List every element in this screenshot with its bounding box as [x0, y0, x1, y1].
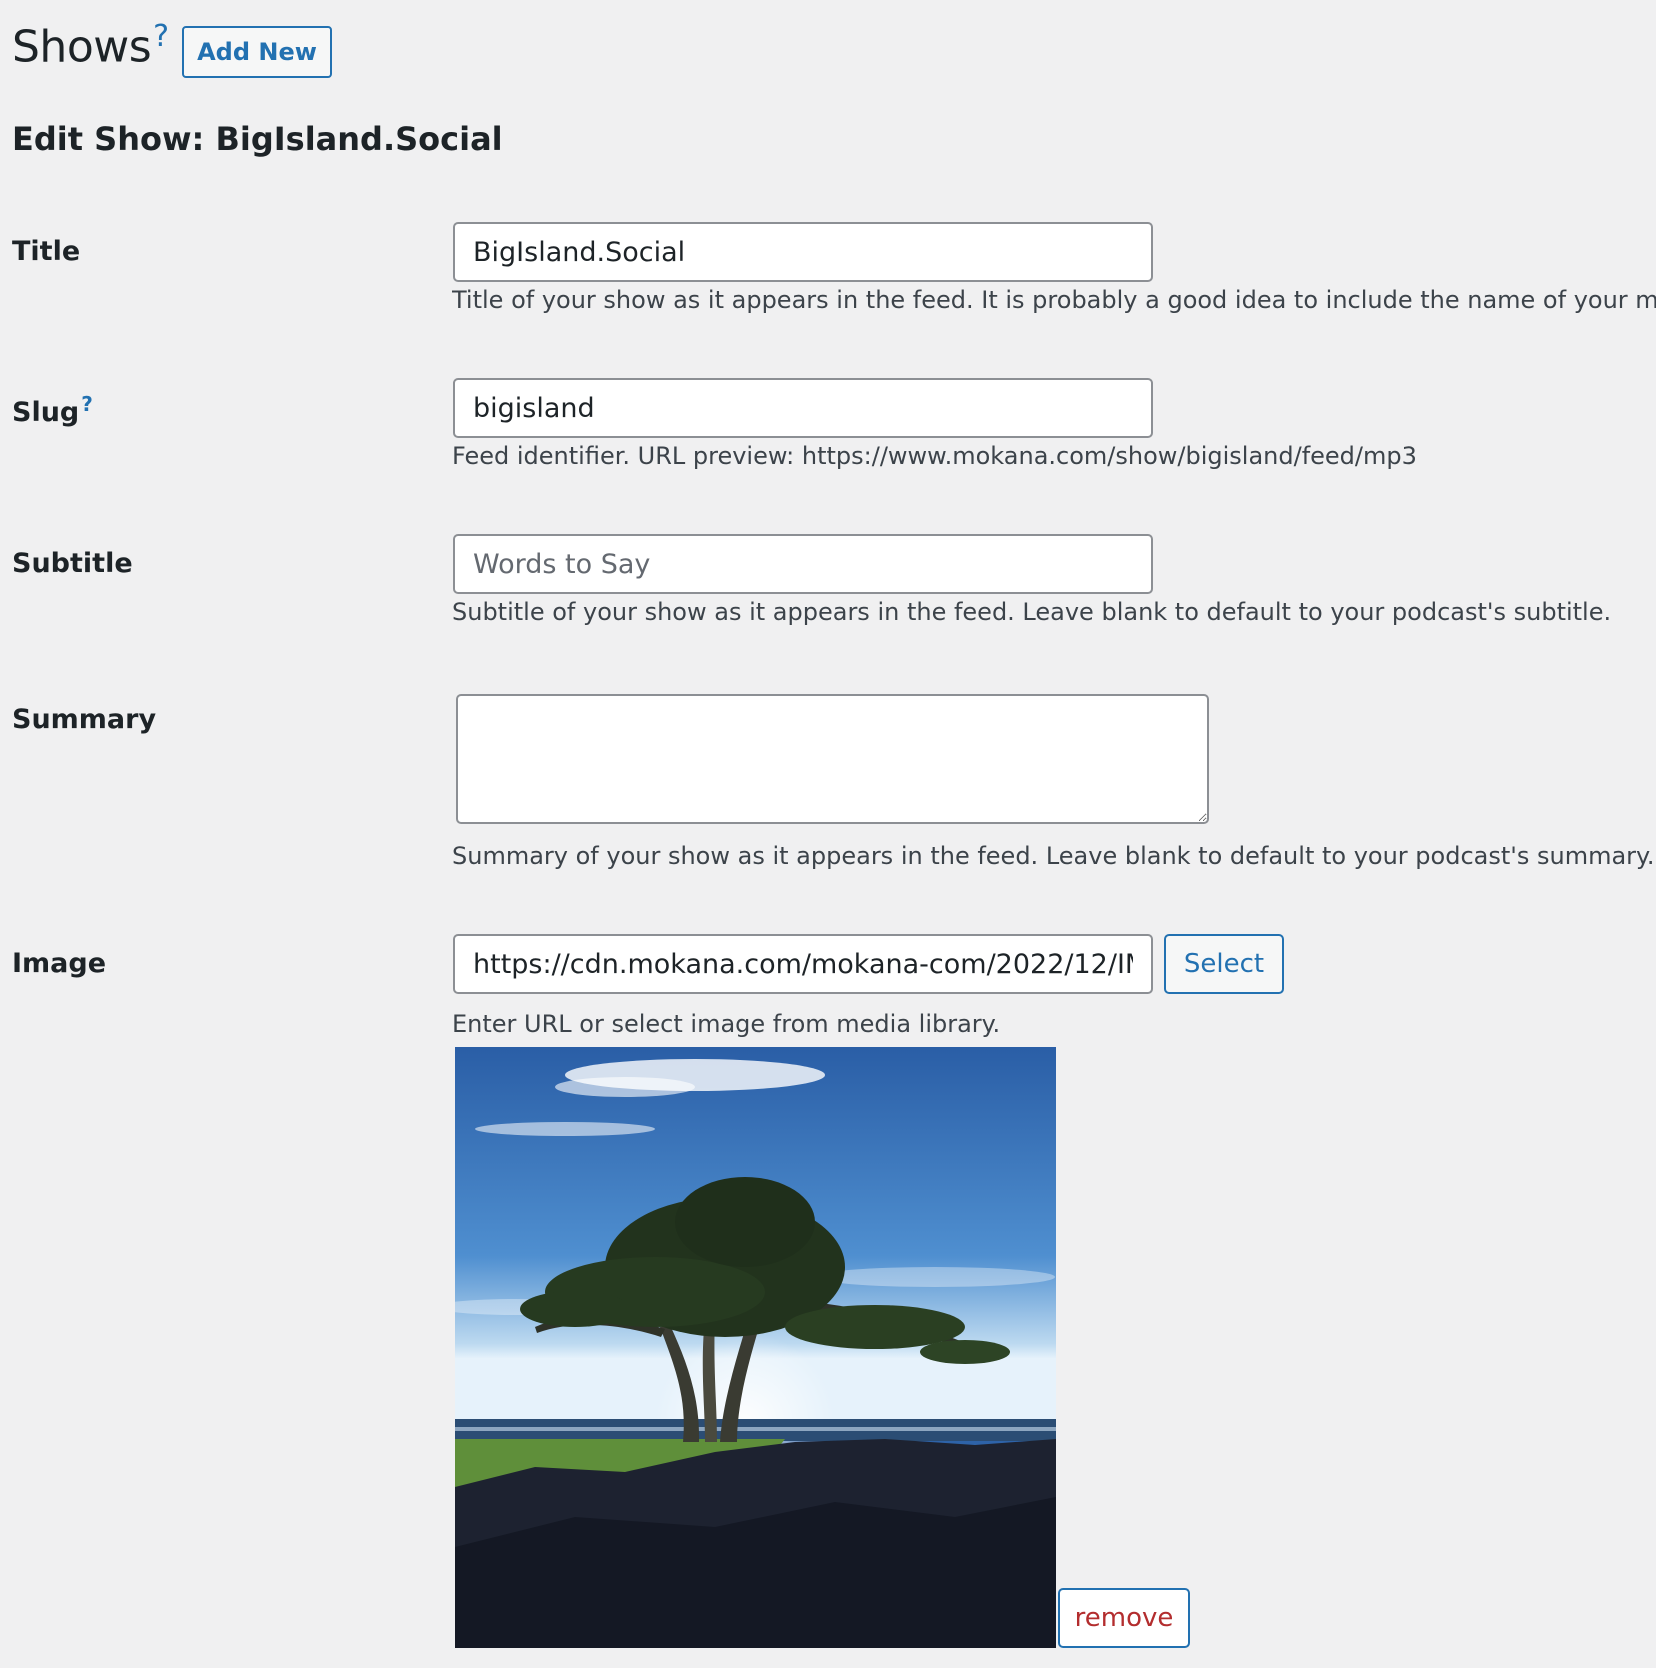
help-icon[interactable]: ? — [153, 19, 169, 54]
slug-label-text: Slug — [12, 397, 80, 428]
slug-help-icon[interactable]: ? — [81, 392, 93, 416]
image-description: Enter URL or select image from media lib… — [452, 1010, 1001, 1038]
remove-image-button[interactable]: remove — [1058, 1588, 1190, 1648]
subtitle-label: Subtitle — [12, 548, 133, 579]
image-preview — [455, 1047, 1056, 1648]
image-url-input[interactable] — [453, 934, 1153, 994]
page-title-text: Shows — [12, 21, 152, 73]
page-title: Shows? — [12, 22, 169, 70]
subtitle-input[interactable] — [453, 534, 1153, 594]
title-input[interactable] — [453, 222, 1153, 282]
slug-input[interactable] — [453, 378, 1153, 438]
add-new-button[interactable]: Add New — [182, 26, 332, 78]
summary-label: Summary — [12, 704, 157, 735]
image-label: Image — [12, 948, 107, 979]
summary-textarea[interactable] — [456, 694, 1209, 824]
slug-label: Slug? — [12, 392, 93, 428]
select-image-button[interactable]: Select — [1164, 934, 1284, 994]
subtitle-description: Subtitle of your show as it appears in t… — [452, 598, 1612, 626]
tree-photo-icon — [455, 1047, 1056, 1648]
summary-description: Summary of your show as it appears in th… — [452, 842, 1655, 870]
edit-heading: Edit Show: BigIsland.Social — [12, 120, 503, 158]
title-label: Title — [12, 236, 81, 267]
slug-description: Feed identifier. URL preview: https://ww… — [452, 442, 1417, 470]
title-description: Title of your show as it appears in the … — [452, 286, 1656, 314]
